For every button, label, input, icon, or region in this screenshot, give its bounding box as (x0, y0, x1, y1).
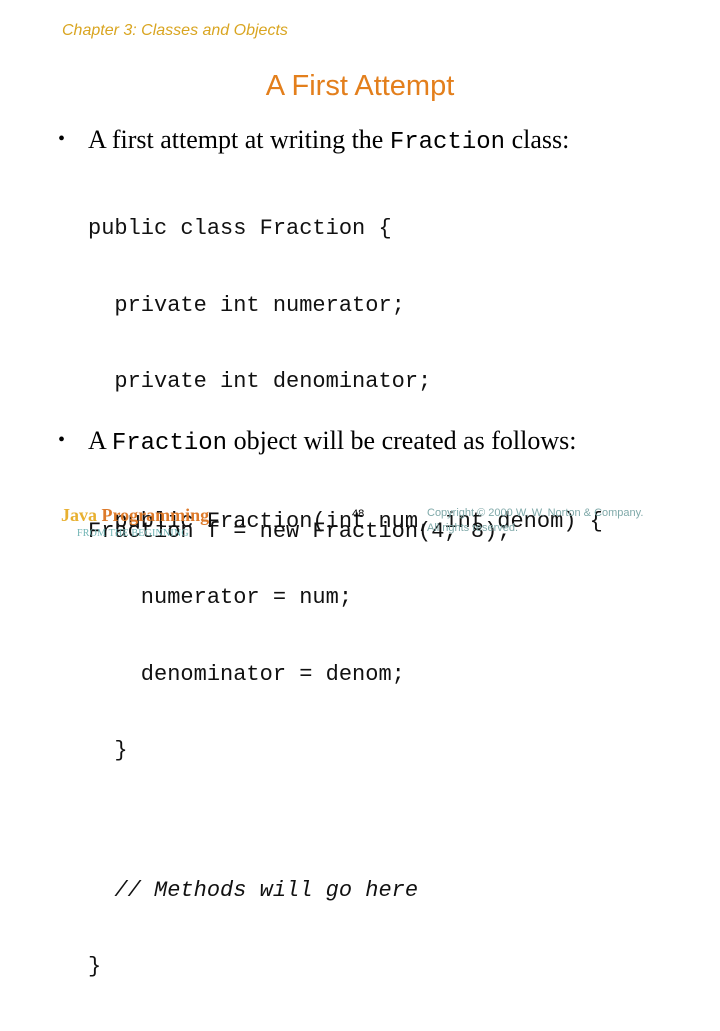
logo-word-java: Java (61, 505, 97, 525)
code-line: } (88, 738, 128, 763)
code-line: public class Fraction { (88, 216, 392, 241)
code-line: private int numerator; (88, 292, 405, 318)
code-comment-line: // Methods will go here (88, 877, 419, 903)
bullet-1-code: Fraction (389, 129, 506, 156)
page-number: 48 (352, 508, 365, 520)
copyright-line-2: All rights reserved. (427, 522, 519, 534)
chapter-heading: Chapter 3: Classes and Objects (62, 22, 288, 39)
logo-word-programming: Programming (101, 505, 210, 525)
bullet-dot-icon: • (58, 429, 66, 451)
bullet-2-prefix: A (88, 426, 112, 455)
logo-title: Java Programming (61, 505, 209, 526)
bullet-2-suffix: object will be created as follows: (227, 426, 577, 455)
code-line: denominator = denom; (88, 661, 405, 687)
slide-title: A First Attempt (0, 70, 720, 103)
bullet-2: • A Fraction object will be created as fo… (58, 425, 577, 459)
bullet-1-prefix: A first attempt at writing the (88, 125, 390, 154)
copyright-line-1: Copyright © 2000 W. W. Norton & Company. (427, 507, 644, 519)
code-line: private int denominator; (88, 369, 432, 394)
bullet-1: • A first attempt at writing the Fraction… (58, 124, 569, 158)
bullet-dot-icon: • (58, 128, 66, 150)
logo-subtitle: FROM THE BEGINNING (77, 528, 189, 539)
slide-title-text: A First Attempt (265, 70, 455, 102)
code-line: } (88, 954, 102, 979)
bullet-1-suffix: class: (505, 125, 570, 154)
class-code-block: public class Fraction { private int nume… (88, 165, 603, 1031)
bullet-2-code: Fraction (111, 430, 228, 457)
copyright-notice: Copyright © 2000 W. W. Norton & Company.… (427, 506, 643, 536)
book-logo: Java Programming FROM THE BEGINNING (61, 505, 209, 539)
